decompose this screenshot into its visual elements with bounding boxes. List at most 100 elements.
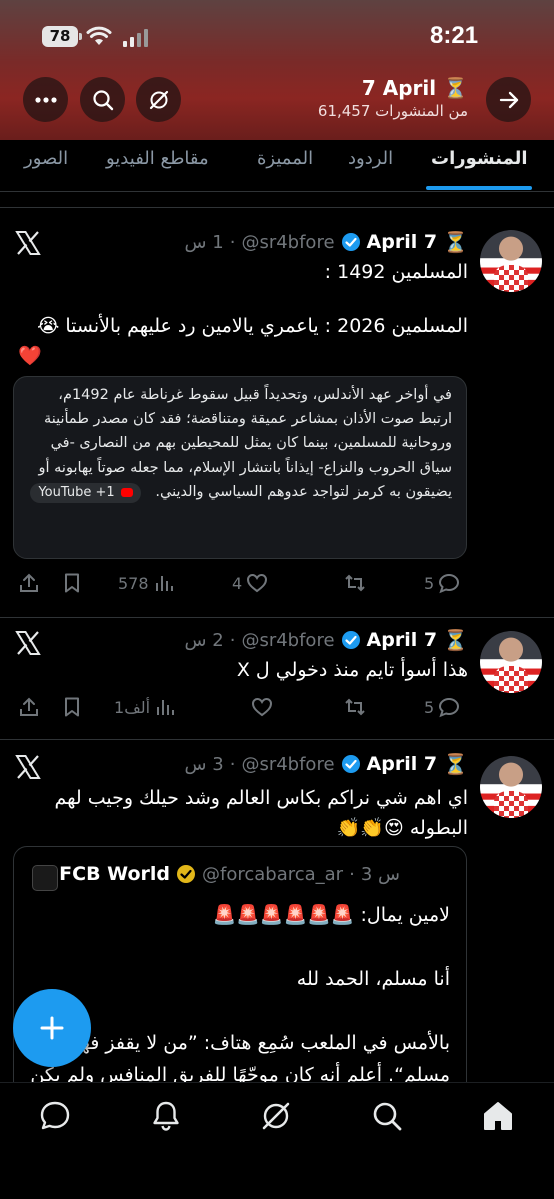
- tab-media[interactable]: الصور: [24, 148, 68, 169]
- bookmark-icon: [65, 697, 79, 717]
- fcb-world-avatar[interactable]: [32, 865, 58, 891]
- hourglass-icon: ⏳: [443, 752, 468, 776]
- repost-icon: [345, 574, 365, 592]
- page-title-text: 7 April: [361, 76, 437, 100]
- post-actions: 578 4 5: [0, 570, 554, 600]
- separator-dot: ·: [229, 753, 236, 775]
- header-title-block: 7 April ⏳ 61,457 من المنشورات: [318, 76, 468, 120]
- quoted-post-time[interactable]: 3 س: [361, 864, 400, 885]
- tab-videos[interactable]: مقاطع الفيديو: [106, 148, 209, 169]
- hourglass-icon: ⏳: [443, 230, 468, 254]
- author-handle[interactable]: @sr4bfore: [241, 630, 334, 651]
- status-bar: 78 8:21: [0, 0, 554, 70]
- home-icon[interactable]: [481, 1099, 515, 1133]
- separator-dot: ·: [229, 231, 236, 253]
- post-count: 61,457 من المنشورات: [317, 102, 468, 120]
- author-handle[interactable]: @sr4bfore: [241, 754, 334, 775]
- views-count: 1ألف: [114, 697, 151, 717]
- post-time[interactable]: 2 س: [185, 630, 224, 651]
- post-text-line: المسلمين 2026 : ياعمري يالامين رد عليهم …: [37, 315, 468, 337]
- plus-icon: [40, 1016, 64, 1040]
- avatar[interactable]: [480, 631, 542, 693]
- post-text-line: المسلمين 1492 :: [324, 261, 468, 283]
- hourglass-icon: ⏳: [443, 628, 468, 652]
- post[interactable]: ⏳ 7 April @sr4bfore · 1 س المسلمين 1492 …: [0, 208, 554, 616]
- avatar[interactable]: [480, 230, 542, 292]
- x-logo-icon: [15, 755, 41, 779]
- repost-button[interactable]: [344, 694, 366, 720]
- post-time[interactable]: 3 س: [185, 754, 224, 775]
- post-header: ⏳ 7 April @sr4bfore · 3 س: [185, 752, 468, 776]
- separator-dot: ·: [229, 629, 236, 651]
- post-header: ⏳ 7 April @sr4bfore · 2 س: [185, 628, 468, 652]
- share-icon: [20, 573, 38, 592]
- repost-button[interactable]: [344, 570, 366, 596]
- x-logo-icon: [15, 631, 41, 655]
- tab-posts[interactable]: المنشورات: [431, 148, 528, 169]
- avatar[interactable]: [480, 756, 542, 818]
- post-time[interactable]: 1 س: [185, 232, 224, 253]
- post-text-line: هذا أسوأ تايم منذ دخولي ل X: [236, 659, 468, 681]
- notifications-icon[interactable]: [149, 1099, 183, 1133]
- views-button[interactable]: 1ألف: [114, 694, 176, 720]
- messages-icon[interactable]: [38, 1099, 72, 1133]
- back-button[interactable]: [486, 77, 531, 122]
- bookmark-button[interactable]: [61, 570, 83, 596]
- tab-highlights[interactable]: المميزة: [257, 148, 313, 169]
- x-logo-icon: [15, 231, 41, 255]
- views-icon: [155, 576, 173, 591]
- verified-icon: [341, 755, 360, 773]
- quoted-author-handle[interactable]: @forcabarca_ar: [202, 864, 343, 885]
- reply-button[interactable]: 5: [424, 694, 460, 720]
- verified-gold-icon: [176, 865, 195, 883]
- post-text-line: البطوله 😍👏👏: [336, 817, 468, 839]
- like-button[interactable]: [251, 694, 273, 720]
- share-button[interactable]: [18, 570, 40, 596]
- separator-dot: ·: [349, 863, 355, 885]
- reply-icon: [439, 573, 460, 594]
- page-title: 7 April ⏳: [318, 76, 468, 100]
- like-button[interactable]: 4: [232, 570, 268, 596]
- card-text: في أواخر عهد الأندلس، وتحديداً قبيل سقوط…: [28, 383, 452, 504]
- post-header: ⏳ 7 April @sr4bfore · 1 س: [185, 230, 468, 254]
- post-text-line: اي اهم شي نراكم بكاس العالم وشد حيلك وجي…: [54, 787, 468, 809]
- share-button[interactable]: [18, 694, 40, 720]
- quoted-post-header: FCB World @forcabarca_ar · 3 س: [59, 863, 400, 885]
- like-count: 4: [232, 573, 243, 593]
- reply-button[interactable]: 5: [424, 570, 460, 596]
- search-icon[interactable]: [370, 1099, 404, 1133]
- grok-button[interactable]: [136, 77, 181, 122]
- active-tab-indicator: [426, 186, 532, 190]
- bookmark-icon: [65, 573, 79, 593]
- cellular-signal-icon: [123, 29, 148, 47]
- compose-button[interactable]: [13, 989, 91, 1067]
- author-name[interactable]: 7 April: [367, 231, 438, 253]
- youtube-badge[interactable]: YouTube +1: [30, 482, 141, 503]
- heart-icon: [247, 573, 268, 593]
- views-button[interactable]: 578: [118, 570, 175, 596]
- repost-icon: [345, 698, 365, 716]
- tab-replies[interactable]: الردود: [348, 148, 393, 169]
- youtube-icon: [120, 487, 133, 497]
- back-icon: [499, 91, 518, 108]
- bottom-navigation: [0, 1082, 554, 1199]
- post-actions: 1ألف 5: [0, 694, 554, 724]
- reply-count: 5: [424, 697, 435, 717]
- author-name[interactable]: 7 April: [367, 753, 438, 775]
- link-preview-card[interactable]: في أواخر عهد الأندلس، وتحديداً قبيل سقوط…: [13, 376, 467, 559]
- hourglass-icon: ⏳: [443, 76, 468, 100]
- grok-icon[interactable]: [259, 1099, 293, 1133]
- post[interactable]: ⏳ 7 April @sr4bfore · 2 س هذا أسوأ تايم …: [0, 618, 554, 738]
- author-handle[interactable]: @sr4bfore: [241, 232, 334, 253]
- bookmark-button[interactable]: [61, 694, 83, 720]
- wifi-icon: [86, 26, 112, 45]
- author-name[interactable]: 7 April: [367, 629, 438, 651]
- profile-header: 78 8:21 7 April ⏳ 61,457 من المنشورات: [0, 0, 554, 140]
- more-button[interactable]: [23, 77, 68, 122]
- search-button[interactable]: [80, 77, 125, 122]
- verified-icon: [341, 233, 360, 251]
- battery-indicator: 78: [42, 26, 82, 47]
- quoted-author-name[interactable]: FCB World: [59, 863, 170, 885]
- share-icon: [20, 697, 38, 716]
- more-icon: [34, 96, 57, 103]
